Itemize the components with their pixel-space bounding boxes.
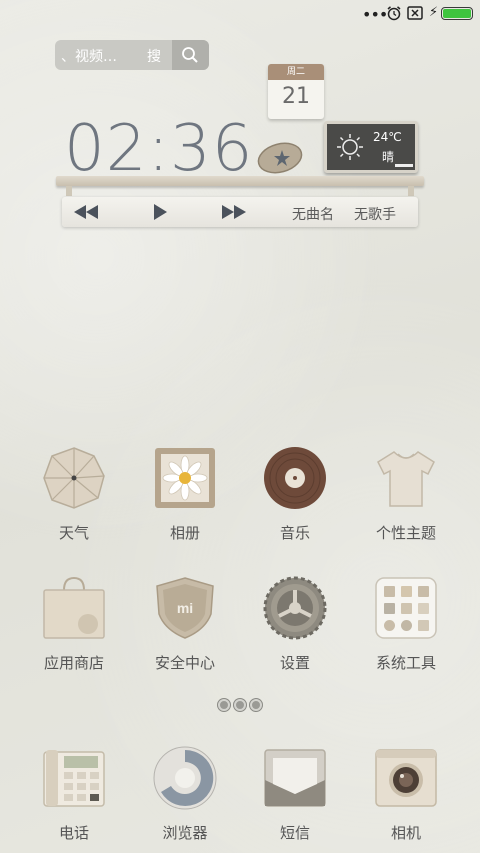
clock-time[interactable]: 02:36 xyxy=(64,112,253,186)
shelf xyxy=(56,176,424,186)
shopping-bag-icon xyxy=(43,576,105,639)
app-weather[interactable]: 天气 xyxy=(24,446,124,556)
app-label: 应用商店 xyxy=(43,654,104,672)
search-go-label[interactable]: 搜 xyxy=(147,46,161,66)
bolt-icon: ⚡ xyxy=(429,5,439,20)
weather-condition: 晴 xyxy=(382,150,395,164)
app-label: 浏览器 xyxy=(162,824,208,842)
app-store[interactable]: 应用商店 xyxy=(24,576,124,686)
app-label: 设置 xyxy=(279,654,310,672)
status-bar: ••• ⚡ xyxy=(0,0,480,28)
chalk-decoration xyxy=(395,164,413,167)
envelope-icon xyxy=(264,749,326,807)
app-browser[interactable]: 浏览器 xyxy=(135,746,235,853)
play-button[interactable] xyxy=(152,203,168,221)
song-title: 无曲名 xyxy=(292,207,334,223)
browser-icon xyxy=(153,746,217,810)
football-icon xyxy=(257,142,303,174)
search-placeholder[interactable]: 、视频… xyxy=(61,46,117,66)
telephone-icon xyxy=(43,750,105,807)
app-label: 安全中心 xyxy=(154,654,215,672)
page-dot[interactable] xyxy=(250,699,262,711)
app-label: 个性主题 xyxy=(375,524,436,542)
app-label: 相机 xyxy=(390,824,421,842)
alarm-clock-icon xyxy=(387,6,401,21)
app-security[interactable]: mi 安全中心 xyxy=(135,576,235,686)
app-label: 系统工具 xyxy=(375,654,436,672)
app-label: 电话 xyxy=(58,824,89,842)
search-widget[interactable]: 、视频… 搜 xyxy=(55,40,209,70)
search-button[interactable] xyxy=(172,40,209,70)
app-label: 天气 xyxy=(58,524,89,542)
page-indicator[interactable] xyxy=(218,699,264,713)
app-tools[interactable]: 系统工具 xyxy=(356,576,456,686)
artist-name: 无歌手 xyxy=(354,207,396,223)
search-icon xyxy=(182,47,198,63)
music-widget: 无曲名 无歌手 xyxy=(62,197,418,227)
page-dot-active[interactable] xyxy=(234,699,246,711)
calendar-weekday: 周二 xyxy=(268,64,324,80)
camera-icon xyxy=(375,749,437,807)
next-track-button[interactable] xyxy=(220,203,248,221)
app-label: 短信 xyxy=(279,824,310,842)
page-dot[interactable] xyxy=(218,699,230,711)
shelf-leg xyxy=(66,186,72,196)
tshirt-icon xyxy=(377,451,435,507)
tools-folder-icon xyxy=(375,577,437,639)
flower-photo-icon xyxy=(155,448,215,508)
calendar-day: 21 xyxy=(282,84,310,109)
app-phone[interactable]: 电话 xyxy=(24,746,124,853)
shield-icon: mi xyxy=(156,577,214,639)
svg-text:mi: mi xyxy=(177,600,193,616)
app-label: 相册 xyxy=(169,524,200,542)
ellipsis-icon: ••• xyxy=(362,5,388,24)
app-settings[interactable]: 设置 xyxy=(245,576,345,686)
weather-widget[interactable]: 24℃ 晴 xyxy=(324,121,418,173)
calendar-widget[interactable]: 周二 21 xyxy=(268,64,324,119)
sun-icon xyxy=(337,134,363,160)
gear-icon xyxy=(263,576,327,640)
weather-temperature: 24℃ xyxy=(373,130,402,144)
umbrella-icon xyxy=(43,447,105,509)
app-themes[interactable]: 个性主题 xyxy=(356,446,456,556)
app-label: 音乐 xyxy=(279,524,310,542)
app-messages[interactable]: 短信 xyxy=(245,746,345,853)
vinyl-record-icon xyxy=(264,447,326,509)
app-music[interactable]: 音乐 xyxy=(245,446,345,556)
app-gallery[interactable]: 相册 xyxy=(135,446,235,556)
battery-icon xyxy=(441,7,473,20)
shelf-leg xyxy=(408,186,414,196)
app-camera[interactable]: 相机 xyxy=(356,746,456,853)
no-sim-icon xyxy=(407,6,423,20)
previous-track-button[interactable] xyxy=(72,203,100,221)
